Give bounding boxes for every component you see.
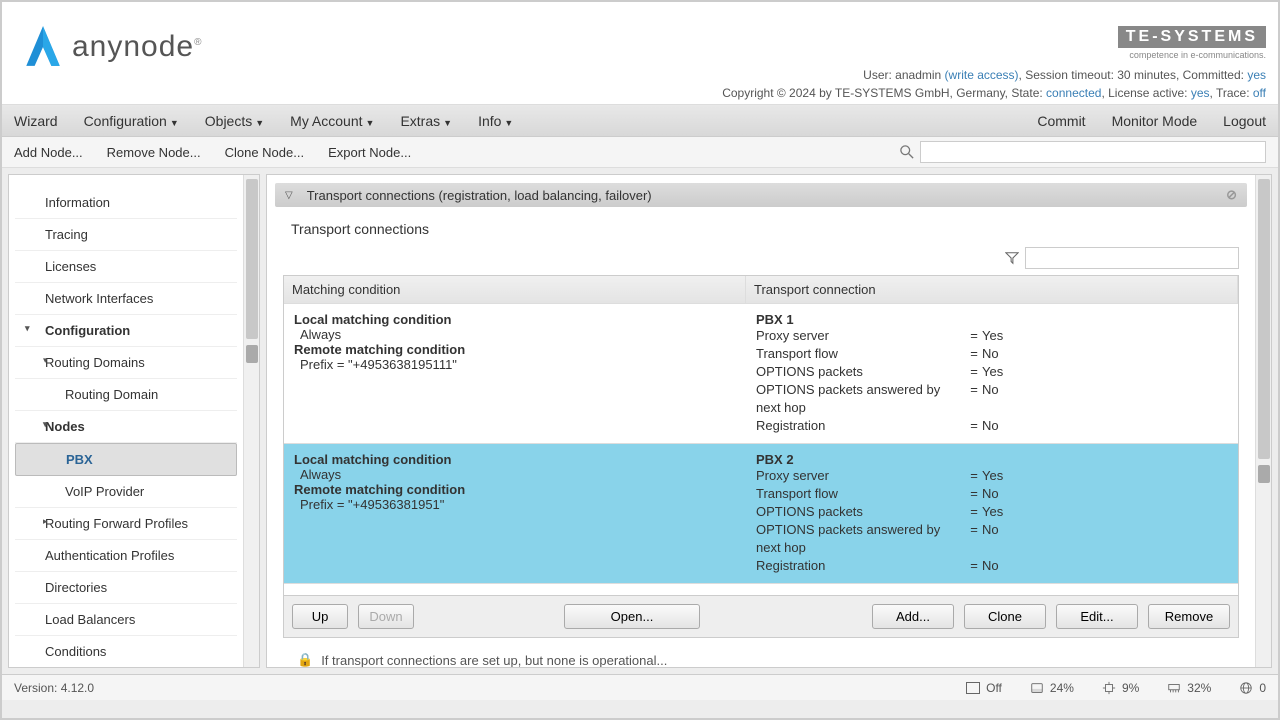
col-transport[interactable]: Transport connection xyxy=(746,276,1238,303)
sidebar: InformationTracingLicensesNetwork Interf… xyxy=(8,174,260,668)
sidebar-item-routing-domain[interactable]: Routing Domain xyxy=(15,379,237,411)
version-label: Version: 4.12.0 xyxy=(14,681,94,695)
sidebar-item-routing-forward-profiles[interactable]: ▸Routing Forward Profiles xyxy=(15,508,237,540)
sidebar-item-tracing[interactable]: Tracing xyxy=(15,219,237,251)
brand-block: TE-SYSTEMS competence in e-communication… xyxy=(1118,26,1266,60)
license-link[interactable]: yes xyxy=(1191,86,1210,100)
menu-info[interactable]: Info▼ xyxy=(478,113,513,129)
stat-disk: 24% xyxy=(1030,681,1074,695)
memory-icon xyxy=(1167,681,1181,695)
sidebar-scrollbar[interactable] xyxy=(243,175,259,667)
content-scrollbar[interactable] xyxy=(1255,175,1271,667)
sidebar-item-network-interfaces[interactable]: Network Interfaces xyxy=(15,283,237,315)
menubar: Wizard Configuration▼ Objects▼ My Accoun… xyxy=(2,105,1278,137)
trace-link[interactable]: off xyxy=(1253,86,1266,100)
edit-button[interactable]: Edit... xyxy=(1056,604,1138,629)
section-title: Transport connections xyxy=(275,207,1247,247)
state-link[interactable]: connected xyxy=(1046,86,1101,100)
menu-monitor-mode[interactable]: Monitor Mode xyxy=(1112,113,1198,129)
sidebar-item-load-balancers[interactable]: Load Balancers xyxy=(15,604,237,636)
brand-tagline: competence in e-communications. xyxy=(1118,50,1266,60)
lock-icon: 🔒 xyxy=(297,652,313,667)
add-button[interactable]: Add... xyxy=(872,604,954,629)
menu-commit[interactable]: Commit xyxy=(1037,113,1085,129)
sidebar-item-information[interactable]: Information xyxy=(15,187,237,219)
transport-table: Matching condition Transport connection … xyxy=(283,275,1239,596)
filter-icon[interactable] xyxy=(1005,251,1019,265)
search-input[interactable] xyxy=(920,141,1266,163)
sidebar-item-configuration[interactable]: ▾Configuration xyxy=(15,315,237,347)
globe-icon xyxy=(1239,681,1253,695)
search-icon xyxy=(900,145,914,159)
collapse-icon[interactable]: ▽ xyxy=(285,190,293,201)
col-matching[interactable]: Matching condition xyxy=(284,276,746,303)
brand-logo: TE-SYSTEMS xyxy=(1118,26,1266,48)
table-head: Matching condition Transport connection xyxy=(284,276,1238,303)
toolbar: Add Node... Remove Node... Clone Node...… xyxy=(2,137,1278,168)
menu-wizard[interactable]: Wizard xyxy=(14,113,58,129)
table-empty-row xyxy=(284,583,1238,595)
sidebar-item-conditions[interactable]: Conditions xyxy=(15,636,237,667)
note-line: 🔒 If transport connections are set up, b… xyxy=(275,638,1247,667)
scroll-grip[interactable] xyxy=(246,345,258,363)
tool-remove-node[interactable]: Remove Node... xyxy=(107,145,201,160)
table-row[interactable]: Local matching conditionAlwaysRemote mat… xyxy=(284,443,1238,583)
copyright-line: Copyright © 2024 by TE-SYSTEMS GmbH, Ger… xyxy=(722,86,1266,100)
table-row[interactable]: Local matching conditionAlwaysRemote mat… xyxy=(284,303,1238,443)
panel-title: Transport connections (registration, loa… xyxy=(307,188,652,203)
logo-text: anynode® xyxy=(72,30,202,64)
logo-icon xyxy=(22,24,64,70)
sidebar-item-authentication-profiles[interactable]: Authentication Profiles xyxy=(15,540,237,572)
sidebar-item-nodes[interactable]: ▾Nodes xyxy=(15,411,237,443)
disk-icon xyxy=(1030,681,1044,695)
sidebar-item-licenses[interactable]: Licenses xyxy=(15,251,237,283)
tool-export-node[interactable]: Export Node... xyxy=(328,145,411,160)
sidebar-item-directories[interactable]: Directories xyxy=(15,572,237,604)
stat-alerts: 0 xyxy=(1239,681,1266,695)
menu-extras[interactable]: Extras▼ xyxy=(400,113,452,129)
content: ▽ Transport connections (registration, l… xyxy=(266,174,1272,668)
tool-add-node[interactable]: Add Node... xyxy=(14,145,83,160)
header: anynode® TE-SYSTEMS competence in e-comm… xyxy=(2,2,1278,105)
menu-logout[interactable]: Logout xyxy=(1223,113,1266,129)
cpu-icon xyxy=(1102,681,1116,695)
stat-cpu: 9% xyxy=(1102,681,1139,695)
clone-button[interactable]: Clone xyxy=(964,604,1046,629)
open-button[interactable]: Open... xyxy=(564,604,700,629)
committed-link[interactable]: yes xyxy=(1247,68,1266,82)
main: InformationTracingLicensesNetwork Interf… xyxy=(2,168,1278,674)
sidebar-item-routing-domains[interactable]: ▾Routing Domains xyxy=(15,347,237,379)
menu-configuration[interactable]: Configuration▼ xyxy=(84,113,179,129)
menu-my-account[interactable]: My Account▼ xyxy=(290,113,374,129)
filter-input[interactable] xyxy=(1025,247,1239,269)
stat-power: Off xyxy=(966,681,1002,695)
stat-mem: 32% xyxy=(1167,681,1211,695)
write-access-link[interactable]: (write access) xyxy=(941,68,1018,82)
up-button[interactable]: Up xyxy=(292,604,348,629)
scroll-thumb-content[interactable] xyxy=(1258,179,1270,459)
panel-header[interactable]: ▽ Transport connections (registration, l… xyxy=(275,183,1247,207)
button-row: Up Down Open... Add... Clone Edit... Rem… xyxy=(283,596,1239,638)
status-line: User: anadmin (write access), Session ti… xyxy=(863,68,1266,82)
scroll-grip-content[interactable] xyxy=(1258,465,1270,483)
scroll-thumb[interactable] xyxy=(246,179,258,339)
menu-objects[interactable]: Objects▼ xyxy=(205,113,264,129)
footer: Version: 4.12.0 Off 24% 9% 32% 0 xyxy=(2,674,1278,700)
sidebar-item-voip-provider[interactable]: VoIP Provider xyxy=(15,476,237,508)
sidebar-item-pbx[interactable]: PBX xyxy=(15,443,237,476)
logo: anynode® xyxy=(22,24,202,70)
down-button[interactable]: Down xyxy=(358,604,414,629)
tool-clone-node[interactable]: Clone Node... xyxy=(225,145,305,160)
remove-button[interactable]: Remove xyxy=(1148,604,1230,629)
close-icon[interactable]: ⊘ xyxy=(1226,187,1237,203)
battery-icon xyxy=(966,682,980,694)
